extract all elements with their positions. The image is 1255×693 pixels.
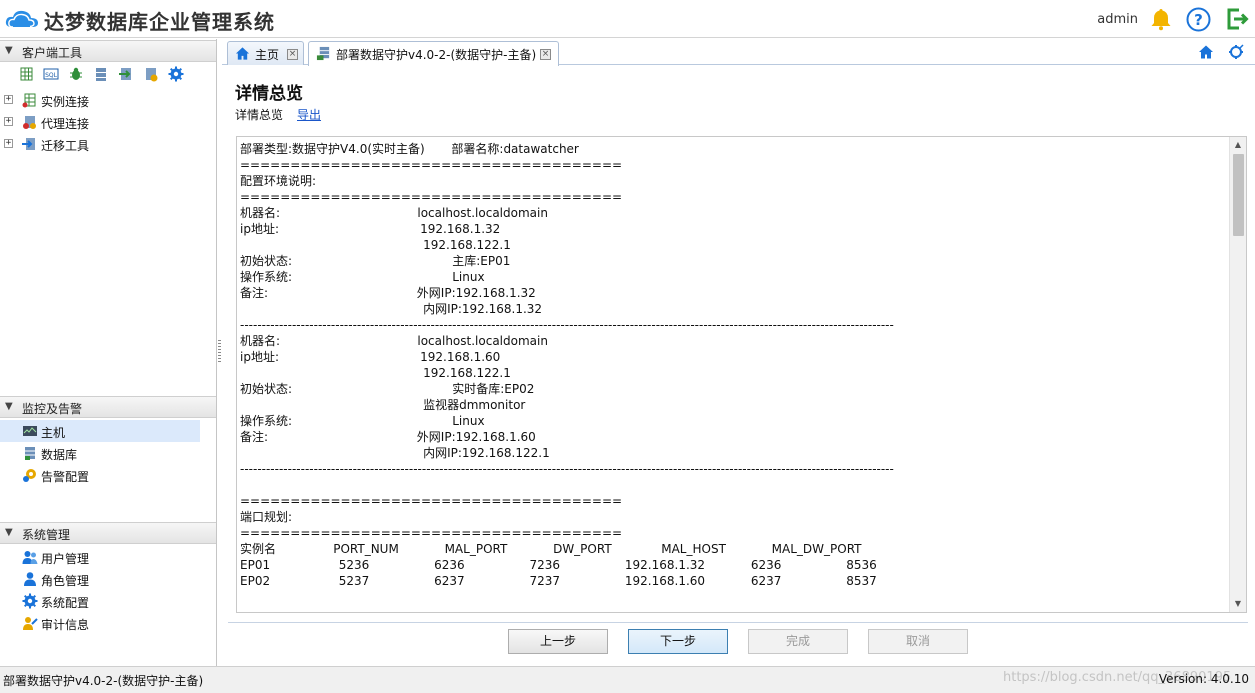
client-tools-label: 客户端工具 bbox=[22, 46, 83, 60]
next-step-button[interactable]: 下一步 bbox=[628, 629, 728, 654]
users-icon bbox=[22, 551, 38, 564]
system-management-header[interactable]: ▼ 系统管理 bbox=[0, 522, 216, 544]
collapse-chevron-icon: ▼ bbox=[5, 401, 13, 412]
tab-close-icon[interactable]: × bbox=[540, 49, 551, 60]
collapse-chevron-icon: ▼ bbox=[5, 45, 13, 56]
svg-text:?: ? bbox=[1194, 11, 1203, 29]
nav-item-role-management[interactable]: 角色管理 bbox=[0, 568, 200, 590]
nav-label: 用户管理 bbox=[41, 552, 90, 566]
home-icon bbox=[235, 47, 250, 60]
nav-label: 审计信息 bbox=[41, 618, 90, 632]
client-tools-header[interactable]: ▼ 客户端工具 bbox=[0, 40, 216, 62]
nav-item-database[interactable]: 数据库 bbox=[0, 442, 200, 464]
client-tools-toolbar: SQL bbox=[18, 66, 184, 84]
scroll-thumb[interactable] bbox=[1233, 154, 1244, 236]
nav-label: 数据库 bbox=[41, 448, 78, 462]
svg-text:SQL: SQL bbox=[45, 72, 58, 79]
detail-overview-textarea[interactable]: 部署类型:数据守护V4.0(实时主备) 部署名称:datawatcher ===… bbox=[236, 136, 1247, 613]
footer-divider bbox=[228, 622, 1248, 623]
settings-gear-icon[interactable] bbox=[168, 66, 184, 82]
server-config-icon[interactable] bbox=[143, 66, 159, 82]
deploy-icon bbox=[316, 46, 330, 61]
nav-label: 系统配置 bbox=[41, 596, 90, 610]
nav-item-alarm-config[interactable]: 告警配置 bbox=[0, 464, 200, 486]
tab-deploy-datawatch[interactable]: 部署数据守护v4.0-2-(数据守护-主备) × bbox=[308, 41, 559, 66]
export-link[interactable]: 导出 bbox=[297, 106, 321, 123]
nav-label: 告警配置 bbox=[41, 470, 90, 484]
prev-step-button[interactable]: 上一步 bbox=[508, 629, 608, 654]
detail-text: 部署类型:数据守护V4.0(实时主备) 部署名称:datawatcher ===… bbox=[240, 142, 894, 611]
migration-tool-icon bbox=[22, 138, 35, 150]
help-icon[interactable]: ? bbox=[1186, 7, 1211, 32]
nav-item-user-management[interactable]: 用户管理 bbox=[0, 546, 200, 568]
tab-home[interactable]: 主页 × bbox=[227, 41, 304, 65]
database-icon bbox=[25, 447, 35, 460]
scroll-up-icon[interactable]: ▲ bbox=[1230, 137, 1246, 153]
nav-label: 角色管理 bbox=[41, 574, 90, 588]
nav-label: 主机 bbox=[41, 426, 66, 440]
tree-item-migration-tool[interactable]: + 迁移工具 bbox=[4, 134, 214, 154]
left-sidebar: ▼ 客户端工具 SQL + 实例连接 + 代理连接 + 迁移工具 ▼ 监控及告警… bbox=[0, 39, 217, 666]
expand-plus-icon[interactable]: + bbox=[4, 95, 13, 104]
nav-item-host[interactable]: 主机 bbox=[0, 420, 200, 442]
role-icon bbox=[24, 572, 36, 586]
tab-close-icon[interactable]: × bbox=[287, 49, 298, 60]
title-bar: 达梦数据库企业管理系统 admin ? bbox=[0, 0, 1255, 38]
settings-tool-icon[interactable] bbox=[1228, 44, 1244, 60]
version-label: Version: 4.0.10 bbox=[1158, 672, 1249, 686]
tab-bar: 主页 × 部署数据守护v4.0-2-(数据守护-主备) × bbox=[222, 39, 1255, 66]
transfer-icon[interactable] bbox=[118, 66, 134, 82]
app-window: 达梦数据库企业管理系统 admin ? ▼ 客户端工具 SQL + 实例连接 +… bbox=[0, 0, 1255, 693]
user-name[interactable]: admin bbox=[1097, 12, 1138, 27]
scroll-down-icon[interactable]: ▼ bbox=[1230, 596, 1246, 612]
monitor-alarm-label: 监控及告警 bbox=[22, 402, 83, 416]
main-panel: 主页 × 部署数据守护v4.0-2-(数据守护-主备) × 详情总览 详情总览 … bbox=[222, 39, 1255, 666]
server-icon[interactable] bbox=[93, 66, 109, 82]
alarm-config-icon bbox=[23, 469, 36, 482]
collapse-chevron-icon: ▼ bbox=[5, 527, 13, 538]
expand-plus-icon[interactable]: + bbox=[4, 139, 13, 148]
cancel-button[interactable]: 取消 bbox=[868, 629, 968, 654]
status-text: 部署数据守护v4.0-2-(数据守护-主备) bbox=[3, 674, 204, 688]
notification-bell-icon[interactable] bbox=[1149, 7, 1173, 31]
instance-grid-icon[interactable] bbox=[18, 66, 34, 82]
expand-plus-icon[interactable]: + bbox=[4, 117, 13, 126]
finish-button[interactable]: 完成 bbox=[748, 629, 848, 654]
vertical-scrollbar[interactable]: ▲ ▼ bbox=[1229, 137, 1246, 612]
logout-icon[interactable] bbox=[1225, 7, 1249, 31]
system-management-label: 系统管理 bbox=[22, 528, 71, 542]
tab-label: 主页 bbox=[255, 48, 280, 62]
sql-icon[interactable]: SQL bbox=[43, 66, 59, 82]
breadcrumb: 详情总览 bbox=[235, 108, 284, 122]
monitor-alarm-header[interactable]: ▼ 监控及告警 bbox=[0, 396, 216, 418]
tree-item-instance-connection[interactable]: + 实例连接 bbox=[4, 90, 214, 110]
sidebar-splitter[interactable] bbox=[218, 340, 221, 362]
nav-item-audit-info[interactable]: 审计信息 bbox=[0, 612, 200, 634]
home-icon[interactable] bbox=[1198, 44, 1214, 60]
audit-icon bbox=[23, 617, 38, 630]
tree-label: 迁移工具 bbox=[41, 139, 90, 153]
instance-connection-icon bbox=[22, 93, 36, 108]
tab-label: 部署数据守护v4.0-2-(数据守护-主备) bbox=[336, 48, 537, 62]
tree-label: 实例连接 bbox=[41, 95, 90, 109]
host-monitor-icon bbox=[23, 426, 37, 436]
status-bar: 部署数据守护v4.0-2-(数据守护-主备) https://blog.csdn… bbox=[0, 666, 1255, 693]
bug-icon[interactable] bbox=[68, 66, 84, 82]
app-title: 达梦数据库企业管理系统 bbox=[44, 10, 275, 34]
nav-item-system-config[interactable]: 系统配置 bbox=[0, 590, 200, 612]
proxy-connection-icon bbox=[23, 116, 36, 129]
system-gear-icon bbox=[22, 593, 38, 609]
page-title: 详情总览 bbox=[235, 84, 303, 104]
cloud-logo-icon bbox=[5, 10, 38, 28]
tree-label: 代理连接 bbox=[41, 117, 90, 131]
tree-item-proxy-connection[interactable]: + 代理连接 bbox=[4, 112, 214, 132]
